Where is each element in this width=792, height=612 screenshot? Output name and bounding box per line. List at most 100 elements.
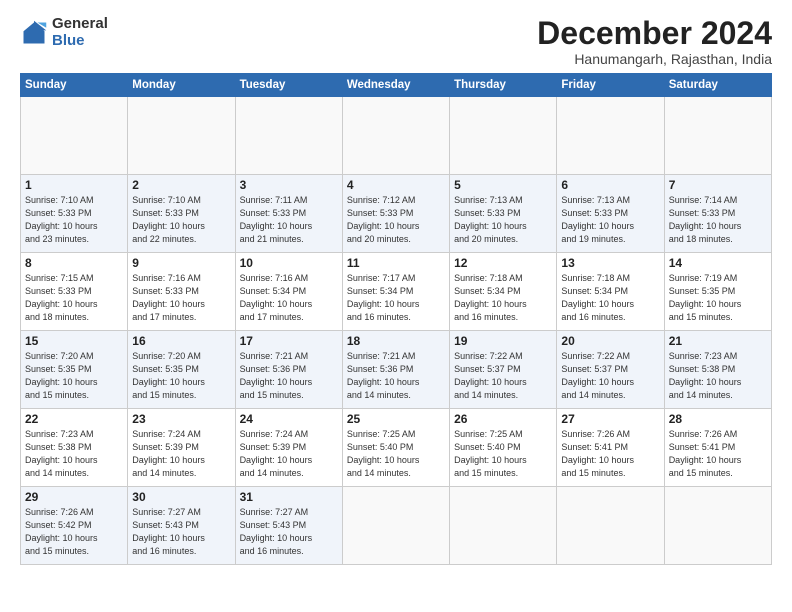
day-info: Sunrise: 7:27 AM Sunset: 5:43 PM Dayligh… — [132, 506, 230, 558]
day-info: Sunrise: 7:10 AM Sunset: 5:33 PM Dayligh… — [132, 194, 230, 246]
day-info: Sunrise: 7:25 AM Sunset: 5:40 PM Dayligh… — [347, 428, 445, 480]
calendar-day-header: Monday — [128, 74, 235, 97]
calendar-day-cell: 10 Sunrise: 7:16 AM Sunset: 5:34 PM Dayli… — [235, 253, 342, 331]
day-info: Sunrise: 7:27 AM Sunset: 5:43 PM Dayligh… — [240, 506, 338, 558]
day-number: 5 — [454, 178, 552, 192]
day-number: 11 — [347, 256, 445, 270]
day-number: 23 — [132, 412, 230, 426]
calendar-week-row: 22 Sunrise: 7:23 AM Sunset: 5:38 PM Dayli… — [21, 409, 772, 487]
logo: General Blue — [20, 16, 108, 49]
day-info: Sunrise: 7:19 AM Sunset: 5:35 PM Dayligh… — [669, 272, 767, 324]
day-number: 7 — [669, 178, 767, 192]
day-info: Sunrise: 7:18 AM Sunset: 5:34 PM Dayligh… — [561, 272, 659, 324]
day-number: 16 — [132, 334, 230, 348]
calendar-header-row: SundayMondayTuesdayWednesdayThursdayFrid… — [21, 74, 772, 97]
calendar-day-cell — [128, 97, 235, 175]
day-info: Sunrise: 7:24 AM Sunset: 5:39 PM Dayligh… — [240, 428, 338, 480]
day-number: 28 — [669, 412, 767, 426]
calendar-day-cell: 31 Sunrise: 7:27 AM Sunset: 5:43 PM Dayli… — [235, 487, 342, 565]
day-number: 8 — [25, 256, 123, 270]
calendar-day-cell: 21 Sunrise: 7:23 AM Sunset: 5:38 PM Dayli… — [664, 331, 771, 409]
calendar-day-cell — [342, 487, 449, 565]
calendar-day-cell — [557, 487, 664, 565]
logo-blue-label: Blue — [52, 33, 108, 50]
day-number: 26 — [454, 412, 552, 426]
day-info: Sunrise: 7:23 AM Sunset: 5:38 PM Dayligh… — [25, 428, 123, 480]
calendar-day-cell: 12Sunrise: 7:18 AM Sunset: 5:34 PM Dayli… — [450, 253, 557, 331]
calendar-day-cell — [664, 97, 771, 175]
calendar-day-cell: 29Sunrise: 7:26 AM Sunset: 5:42 PM Dayli… — [21, 487, 128, 565]
calendar-day-cell: 27 Sunrise: 7:26 AM Sunset: 5:41 PM Dayli… — [557, 409, 664, 487]
calendar-week-row — [21, 97, 772, 175]
day-number: 25 — [347, 412, 445, 426]
calendar-day-cell: 5 Sunrise: 7:13 AM Sunset: 5:33 PM Daylig… — [450, 175, 557, 253]
calendar-week-row: 15Sunrise: 7:20 AM Sunset: 5:35 PM Dayli… — [21, 331, 772, 409]
day-number: 22 — [25, 412, 123, 426]
day-number: 21 — [669, 334, 767, 348]
calendar-day-cell: 4 Sunrise: 7:12 AM Sunset: 5:33 PM Daylig… — [342, 175, 449, 253]
calendar-day-cell: 16 Sunrise: 7:20 AM Sunset: 5:35 PM Dayli… — [128, 331, 235, 409]
calendar-day-cell — [342, 97, 449, 175]
calendar-day-cell: 25 Sunrise: 7:25 AM Sunset: 5:40 PM Dayli… — [342, 409, 449, 487]
day-info: Sunrise: 7:12 AM Sunset: 5:33 PM Dayligh… — [347, 194, 445, 246]
day-info: Sunrise: 7:21 AM Sunset: 5:36 PM Dayligh… — [240, 350, 338, 402]
calendar-day-cell: 18Sunrise: 7:21 AM Sunset: 5:36 PM Dayli… — [342, 331, 449, 409]
day-info: Sunrise: 7:16 AM Sunset: 5:33 PM Dayligh… — [132, 272, 230, 324]
calendar-day-header: Saturday — [664, 74, 771, 97]
day-number: 14 — [669, 256, 767, 270]
calendar-day-cell: 2 Sunrise: 7:10 AM Sunset: 5:33 PM Daylig… — [128, 175, 235, 253]
day-info: Sunrise: 7:13 AM Sunset: 5:33 PM Dayligh… — [454, 194, 552, 246]
day-info: Sunrise: 7:13 AM Sunset: 5:33 PM Dayligh… — [561, 194, 659, 246]
day-number: 9 — [132, 256, 230, 270]
day-info: Sunrise: 7:11 AM Sunset: 5:33 PM Dayligh… — [240, 194, 338, 246]
day-number: 3 — [240, 178, 338, 192]
calendar-day-cell: 24 Sunrise: 7:24 AM Sunset: 5:39 PM Dayli… — [235, 409, 342, 487]
day-info: Sunrise: 7:20 AM Sunset: 5:35 PM Dayligh… — [132, 350, 230, 402]
calendar-day-header: Wednesday — [342, 74, 449, 97]
day-info: Sunrise: 7:16 AM Sunset: 5:34 PM Dayligh… — [240, 272, 338, 324]
day-info: Sunrise: 7:10 AM Sunset: 5:33 PM Dayligh… — [25, 194, 123, 246]
calendar-day-cell: 14 Sunrise: 7:19 AM Sunset: 5:35 PM Dayli… — [664, 253, 771, 331]
day-info: Sunrise: 7:23 AM Sunset: 5:38 PM Dayligh… — [669, 350, 767, 402]
calendar-day-header: Friday — [557, 74, 664, 97]
day-number: 24 — [240, 412, 338, 426]
day-info: Sunrise: 7:26 AM Sunset: 5:41 PM Dayligh… — [561, 428, 659, 480]
day-number: 4 — [347, 178, 445, 192]
day-number: 2 — [132, 178, 230, 192]
title-block: December 2024 Hanumangarh, Rajasthan, In… — [537, 16, 772, 67]
month-title: December 2024 — [537, 16, 772, 51]
day-number: 27 — [561, 412, 659, 426]
day-number: 1 — [25, 178, 123, 192]
day-info: Sunrise: 7:18 AM Sunset: 5:34 PM Dayligh… — [454, 272, 552, 324]
calendar-day-cell: 22 Sunrise: 7:23 AM Sunset: 5:38 PM Dayli… — [21, 409, 128, 487]
day-number: 29 — [25, 490, 123, 504]
calendar-day-cell: 9 Sunrise: 7:16 AM Sunset: 5:33 PM Daylig… — [128, 253, 235, 331]
calendar-day-cell — [21, 97, 128, 175]
header: General Blue December 2024 Hanumangarh, … — [20, 16, 772, 67]
calendar-day-header: Sunday — [21, 74, 128, 97]
calendar-day-cell: 6 Sunrise: 7:13 AM Sunset: 5:33 PM Daylig… — [557, 175, 664, 253]
calendar-day-cell: 26 Sunrise: 7:25 AM Sunset: 5:40 PM Dayli… — [450, 409, 557, 487]
calendar-table: SundayMondayTuesdayWednesdayThursdayFrid… — [20, 73, 772, 565]
logo-icon — [20, 19, 48, 47]
day-number: 31 — [240, 490, 338, 504]
calendar-day-cell — [664, 487, 771, 565]
calendar-day-cell: 17Sunrise: 7:21 AM Sunset: 5:36 PM Dayli… — [235, 331, 342, 409]
calendar-day-cell: 20Sunrise: 7:22 AM Sunset: 5:37 PM Dayli… — [557, 331, 664, 409]
calendar-day-cell: 7Sunrise: 7:14 AM Sunset: 5:33 PM Daylig… — [664, 175, 771, 253]
calendar-day-cell: 28 Sunrise: 7:26 AM Sunset: 5:41 PM Dayli… — [664, 409, 771, 487]
calendar-day-cell: 11Sunrise: 7:17 AM Sunset: 5:34 PM Dayli… — [342, 253, 449, 331]
day-number: 6 — [561, 178, 659, 192]
day-info: Sunrise: 7:24 AM Sunset: 5:39 PM Dayligh… — [132, 428, 230, 480]
calendar-day-cell — [450, 97, 557, 175]
calendar-day-header: Thursday — [450, 74, 557, 97]
calendar-day-cell: 3 Sunrise: 7:11 AM Sunset: 5:33 PM Daylig… — [235, 175, 342, 253]
day-info: Sunrise: 7:25 AM Sunset: 5:40 PM Dayligh… — [454, 428, 552, 480]
day-number: 10 — [240, 256, 338, 270]
day-number: 30 — [132, 490, 230, 504]
day-info: Sunrise: 7:15 AM Sunset: 5:33 PM Dayligh… — [25, 272, 123, 324]
calendar-day-cell: 13Sunrise: 7:18 AM Sunset: 5:34 PM Dayli… — [557, 253, 664, 331]
calendar-day-header: Tuesday — [235, 74, 342, 97]
day-info: Sunrise: 7:26 AM Sunset: 5:41 PM Dayligh… — [669, 428, 767, 480]
calendar-day-cell: 8 Sunrise: 7:15 AM Sunset: 5:33 PM Daylig… — [21, 253, 128, 331]
